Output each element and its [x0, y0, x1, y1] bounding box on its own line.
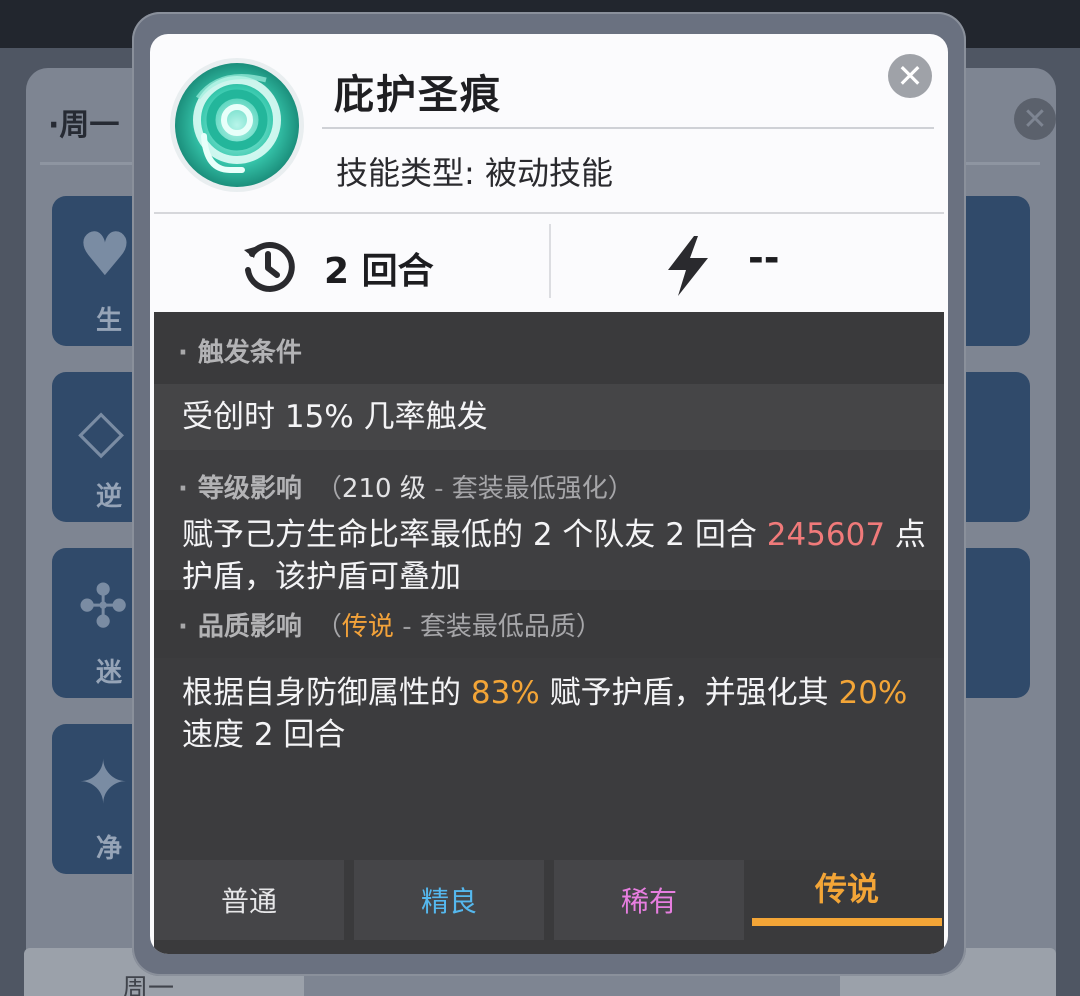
level-header-label: 等级影响 [197, 474, 302, 504]
tab-label: 精良 [420, 885, 477, 918]
tab-fine[interactable]: 精良 [354, 860, 544, 940]
background-tile-label: 逆 [96, 482, 123, 512]
level-note-value: 210 级 [341, 474, 426, 504]
clock-history-icon [244, 242, 295, 292]
active-tab-underline [752, 918, 942, 926]
background-tile-label: 生 [96, 306, 123, 336]
tab-common[interactable]: 普通 [154, 860, 344, 940]
quality-note-value: 传说 [341, 612, 394, 642]
tab-legendary[interactable]: 传说 [752, 860, 942, 938]
level-text: 赋予己方生命比率最低的 2 个队友 2 回合 245607 点护盾，该护盾可叠加 [182, 517, 926, 595]
diamond-icon: ◇ [78, 396, 125, 466]
swirl-icon: ✣ [78, 572, 129, 642]
quality-note-desc: 套装最低品质 [419, 612, 576, 642]
skill-title: 庇护圣痕 [334, 72, 502, 118]
trigger-header-label: 触发条件 [197, 338, 302, 368]
shield-amount-value: 245607 [766, 517, 886, 553]
background-tile-label: 净 [96, 834, 123, 864]
quality-note: （传说 - 套装最低品质） [315, 612, 602, 642]
trigger-text: 受创时 15% 几率触发 [182, 399, 488, 435]
quality-tab-bar: 普通 精良 稀有 传说 [154, 860, 944, 954]
tab-label: 传说 [814, 870, 879, 908]
speed-percent-value: 20% [838, 675, 908, 711]
quality-section-header: · 品质影响 （传说 - 套装最低品质） [154, 606, 944, 643]
skill-description-panel: · 触发条件 受创时 15% 几率触发 · 等级影响 （210 级 - 套装最低强化）… [154, 312, 944, 954]
background-tile-label: 迷 [96, 658, 123, 688]
bullet-dot: · [178, 474, 188, 504]
heart-icon: ♥ [78, 220, 132, 290]
tab-label: 普通 [220, 885, 277, 918]
close-button[interactable]: ✕ [888, 54, 932, 98]
star-icon: ✦ [78, 748, 129, 818]
background-panel-title: ·周一 [48, 108, 120, 143]
quality-text: 根据自身防御属性的 83% 赋予护盾，并强化其 20% 速度 2 回合 [182, 675, 908, 753]
cooldown-value: 2 回合 [324, 251, 434, 292]
shield-swirl-skill-icon [170, 58, 304, 192]
level-note: （210 级 - 套装最低强化） [315, 474, 634, 504]
lightning-bolt-icon [668, 236, 708, 296]
stats-divider [549, 224, 551, 298]
skill-type-line: 技能类型: 被动技能 [336, 148, 613, 194]
defense-percent-value: 83% [470, 675, 540, 711]
skill-type-value: 被动技能 [484, 154, 613, 192]
skill-type-label: 技能类型: [336, 154, 475, 192]
trigger-section-header: · 触发条件 [154, 332, 944, 369]
tab-rare[interactable]: 稀有 [554, 860, 744, 940]
close-icon: ✕ [896, 57, 924, 95]
skill-detail-modal: 庇护圣痕 技能类型: 被动技能 ✕ 2 回合 -- · 触发条件 受创时 15% … [150, 34, 948, 954]
background-close-icon: ✕ [1014, 98, 1056, 140]
tab-label: 稀有 [620, 885, 677, 918]
quality-header-label: 品质影响 [197, 612, 302, 642]
bullet-dot: · [178, 338, 188, 368]
skill-stats-row: 2 回合 -- [154, 212, 944, 314]
title-divider [322, 127, 934, 129]
level-note-desc: 套装最低强化 [451, 474, 608, 504]
energy-cost-value: -- [748, 236, 780, 280]
level-section-header: · 等级影响 （210 级 - 套装最低强化） [154, 468, 944, 505]
bullet-dot: · [178, 612, 188, 642]
